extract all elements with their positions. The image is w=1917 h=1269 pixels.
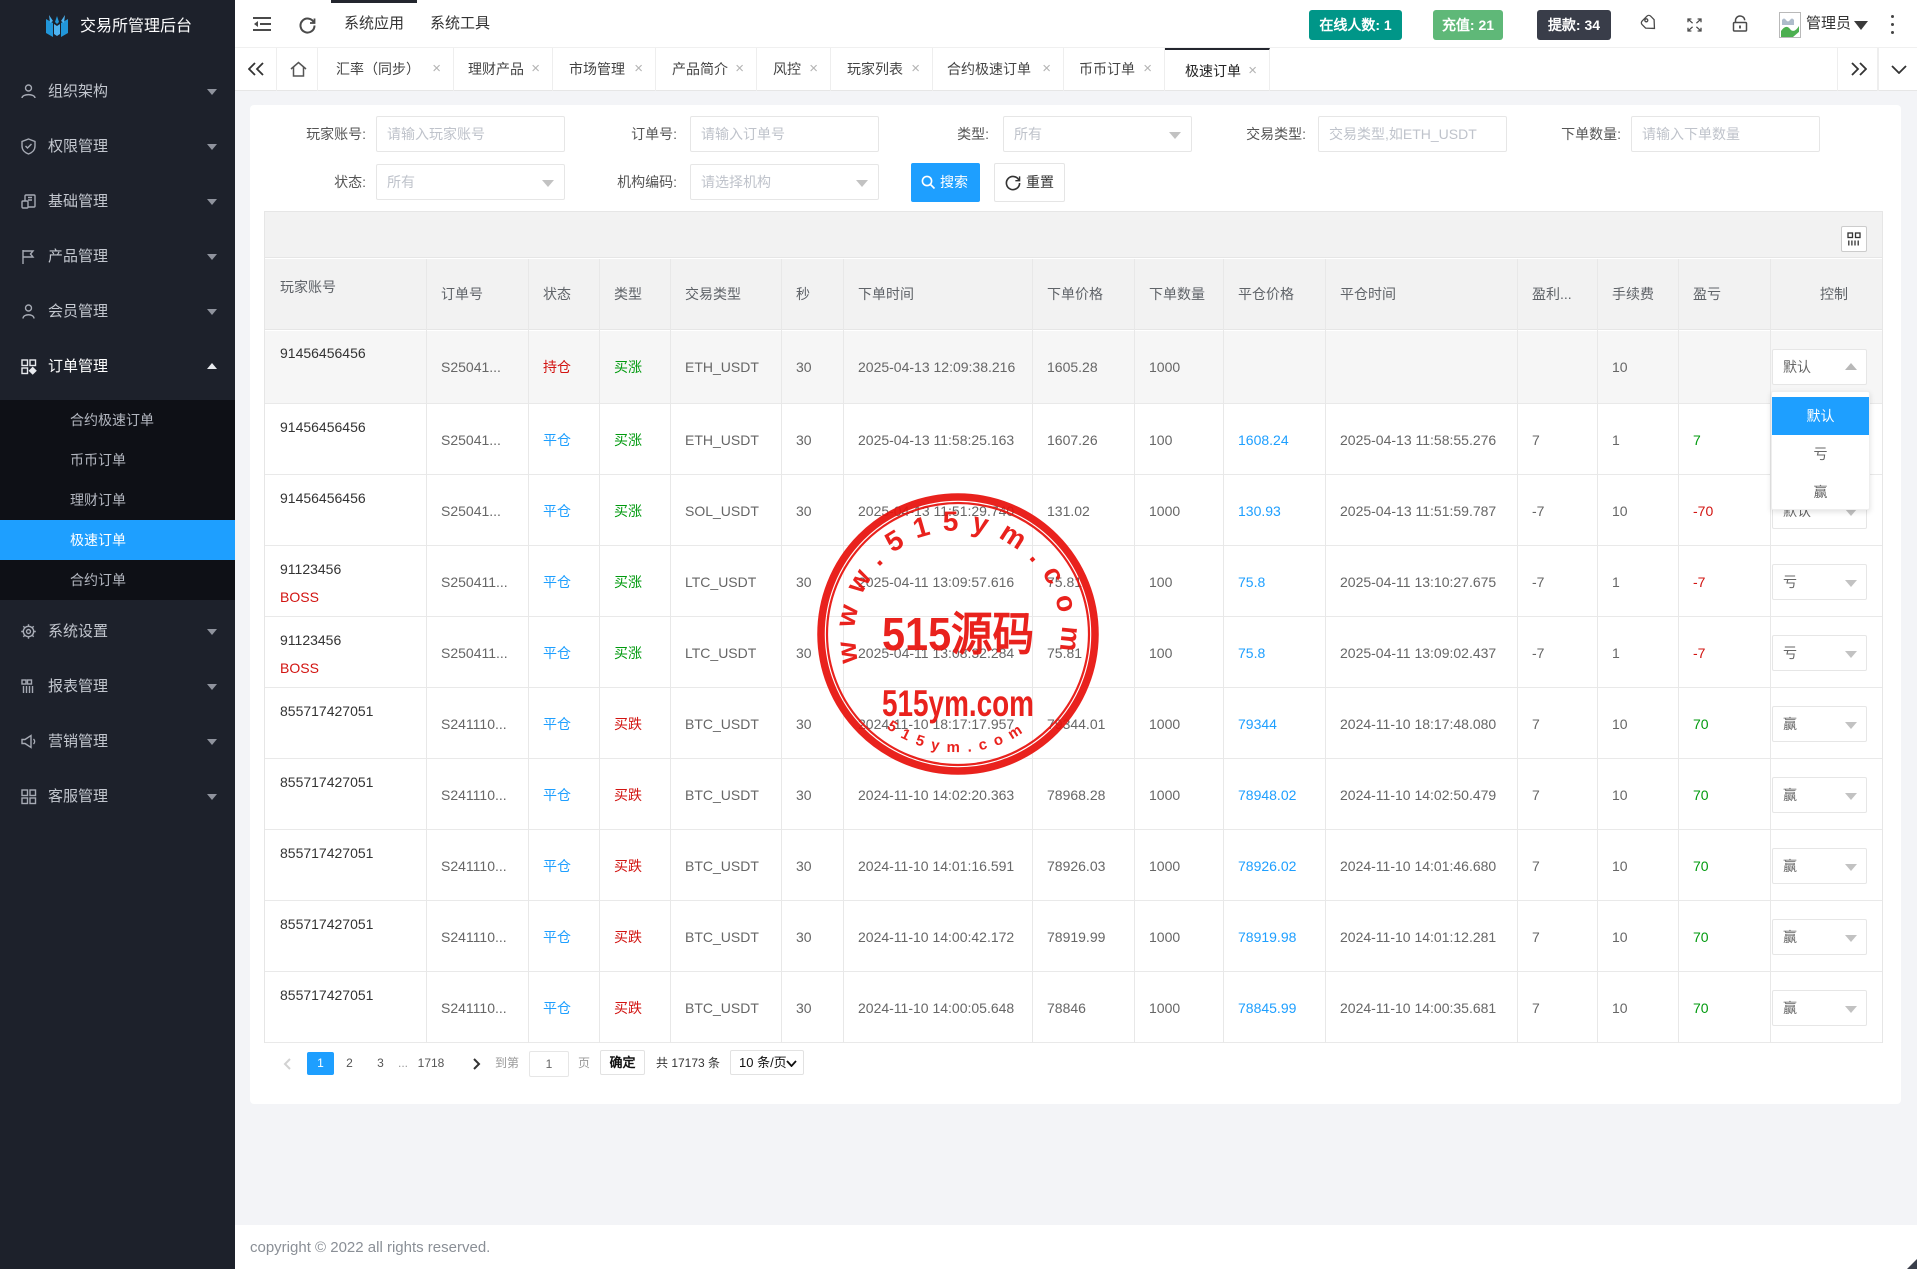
svg-text:515ym.com: 515ym.com <box>882 683 1034 724</box>
svg-text:515源码: 515源码 <box>882 608 1034 660</box>
